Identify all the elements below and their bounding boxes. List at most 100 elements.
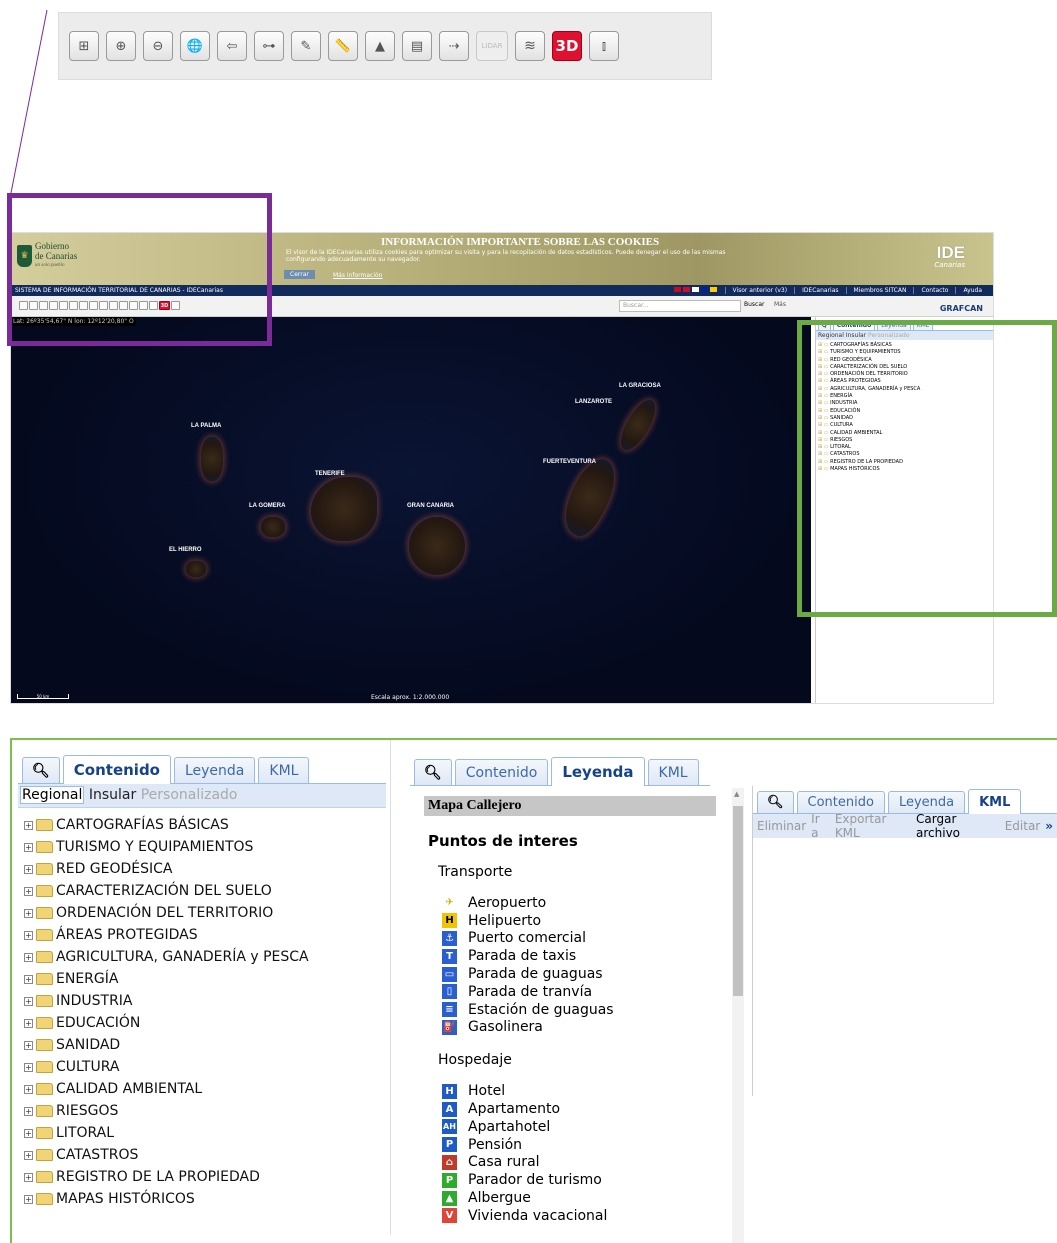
expand-icon[interactable]: + [24,996,33,1006]
nav-link[interactable]: Visor anterior (v3) [724,287,795,294]
tree-item[interactable]: + LITORAL [24,1122,386,1144]
legend-scrollbar[interactable]: ▲ [732,788,744,1243]
tree-item[interactable]: + SANIDAD [24,1034,386,1056]
kml-edit-button[interactable]: Editar [1005,819,1041,833]
tree-item[interactable]: + RED GEODÉSICA [24,858,386,880]
tab-kml[interactable]: KML [968,789,1022,814]
tab-contenido[interactable]: Contenido [454,759,549,785]
tree-item[interactable]: + INDUSTRIA [24,990,386,1012]
tree-item[interactable]: + CATASTROS [24,1144,386,1166]
kml-delete-button[interactable]: Eliminar [757,819,806,833]
tree-item-label: ORDENACIÓN DEL TERRITORIO [56,905,274,921]
expand-icon[interactable]: + [24,1194,33,1204]
port-icon: ⚓ [442,930,457,946]
split-view-button[interactable]: ⫾ [589,31,619,61]
subtab-insular[interactable]: Insular [89,787,136,803]
ide-logo[interactable]: IDE [937,243,965,263]
tree-item[interactable]: + CARTOGRAFÍAS BÁSICAS [24,814,386,836]
search-input[interactable]: Buscar... [619,300,741,312]
subtab-regional[interactable]: Regional [20,786,85,804]
tram-icon: ▯ [442,984,457,1000]
more-button[interactable]: Más [774,301,786,308]
tree-item[interactable]: + MAPAS HISTÓRICOS [24,1188,386,1210]
tab-leyenda[interactable]: Leyenda [887,791,966,813]
expand-icon[interactable]: + [24,974,33,984]
tree-item[interactable]: + ENERGÍA [24,968,386,990]
tree-item[interactable]: + REGISTRO DE LA PROPIEDAD [24,1166,386,1188]
expand-icon[interactable]: + [24,1040,33,1050]
language-flags[interactable] [673,287,719,294]
tab-leyenda[interactable]: Leyenda [551,757,645,786]
print-button[interactable]: ▤ [402,31,432,61]
expand-icon[interactable]: + [24,1172,33,1182]
expand-icon[interactable]: + [24,930,33,940]
panels-zoomed: 🔍︎ Contenido Leyenda KML Regional Insula… [10,738,1057,1243]
tree-item[interactable]: + ÁREAS PROTEGIDAS [24,924,386,946]
search-tab[interactable]: 🔍︎ [757,791,794,813]
scroll-thumb[interactable] [733,806,743,996]
expand-icon[interactable]: + [24,820,33,830]
tree-item-label: CARACTERIZACIÓN DEL SUELO [56,883,272,899]
nav-link[interactable]: Ayuda [955,287,989,294]
expand-icon[interactable]: + [24,908,33,918]
zoom-box-button[interactable]: ⊞ [69,31,99,61]
route-button[interactable]: ⇢ [439,31,469,61]
scroll-up-icon[interactable]: ▲ [734,790,739,798]
tree-item[interactable]: + CULTURA [24,1056,386,1078]
previous-extent-button[interactable]: ⇦ [217,31,247,61]
legend-item-label: Estación de guaguas [468,1001,614,1018]
cookie-close-button[interactable]: Cerrar [284,270,315,279]
tab-leyenda[interactable]: Leyenda [173,757,256,783]
kml-export-button[interactable]: Exportar KML [835,812,911,840]
expand-icon[interactable]: + [24,886,33,896]
tree-item[interactable]: + EDUCACIÓN [24,1012,386,1034]
tab-kml[interactable]: KML [258,757,310,783]
expand-icon[interactable]: + [24,952,33,962]
expand-icon[interactable]: + [24,1128,33,1138]
kml-goto-button[interactable]: Ir a [811,812,830,840]
tree-item[interactable]: + CARACTERIZACIÓN DEL SUELO [24,880,386,902]
expand-icon[interactable]: + [24,842,33,852]
tree-item-label: CARTOGRAFÍAS BÁSICAS [56,817,229,833]
tree-item[interactable]: + CALIDAD AMBIENTAL [24,1078,386,1100]
kml-load-file-button[interactable]: Cargar archivo [916,812,1000,840]
link-button[interactable]: ⊶ [254,31,284,61]
draw-button[interactable]: ✎ [291,31,321,61]
cookie-more-link[interactable]: Más información [333,272,382,279]
tree-item[interactable]: + AGRICULTURA, GANADERÍA y PESCA [24,946,386,968]
subtab-personalizado[interactable]: Personalizado [141,787,238,803]
lidar-button[interactable]: LIDAR [476,31,508,61]
legend-item-label: Parada de guaguas [468,966,603,983]
expand-icon[interactable]: + [24,1062,33,1072]
tree-item[interactable]: + ORDENACIÓN DEL TERRITORIO [24,902,386,924]
full-extent-button[interactable]: 🌐 [180,31,210,61]
folder-icon [36,819,53,831]
expand-icon[interactable]: + [24,1084,33,1094]
expand-icon[interactable]: + [24,864,33,874]
layers-button[interactable]: ≋ [515,31,545,61]
kml-expand-icon[interactable]: » [1045,819,1053,833]
expand-icon[interactable]: + [24,1018,33,1028]
nav-link[interactable]: Miembros SITCAN [845,287,914,294]
search-button[interactable]: Buscar [744,301,765,308]
map-canvas[interactable]: Lat: 26º35'54,67" N lon: 12º12'20,80" O … [11,317,811,703]
nav-link[interactable]: Contacto [913,287,955,294]
tree-item[interactable]: + RIESGOS [24,1100,386,1122]
tree-item[interactable]: + TURISMO Y EQUIPAMIENTOS [24,836,386,858]
tab-contenido[interactable]: Contenido [796,791,885,813]
divider [390,740,391,1235]
expand-icon[interactable]: + [24,1150,33,1160]
measure-button[interactable]: 📏 [328,31,358,61]
tab-contenido[interactable]: Contenido [62,755,171,784]
nav-link[interactable]: IDECanarias [794,287,845,294]
grafcan-logo[interactable]: GRAFCAN [940,304,983,313]
tab-kml[interactable]: KML [647,759,699,785]
search-tab[interactable]: 🔍︎ [22,757,60,783]
profile-button[interactable]: ▲ [365,31,395,61]
expand-icon[interactable]: + [24,1106,33,1116]
zoom-in-button[interactable]: ⊕ [106,31,136,61]
search-tab[interactable]: 🔍︎ [414,759,452,785]
zoom-out-button[interactable]: ⊖ [143,31,173,61]
legend-categories: Transporte ✈ Aeropuerto H Helipuerto ⚓ Puerto … [424,864,728,1225]
3d-button[interactable]: 3D [552,31,582,61]
